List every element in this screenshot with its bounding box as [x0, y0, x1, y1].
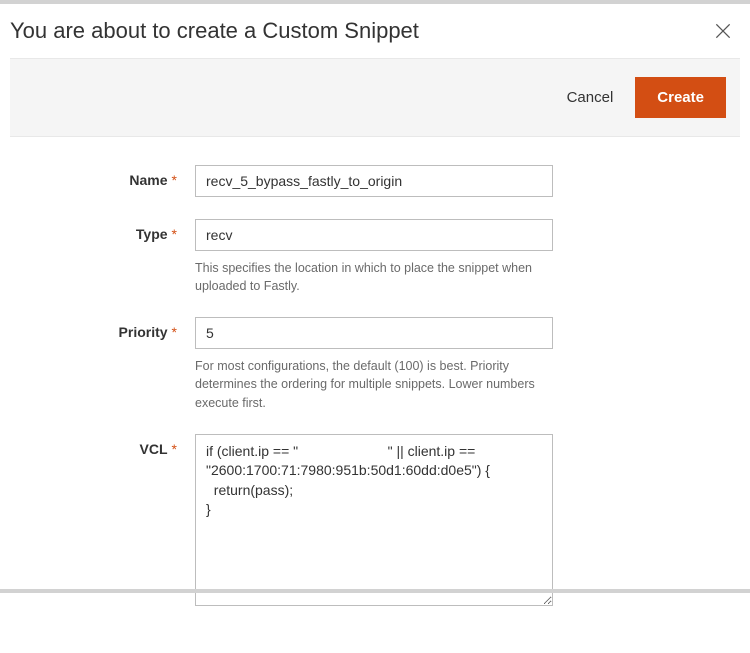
required-star: * [172, 226, 177, 242]
name-label: Name* [40, 165, 195, 188]
vcl-textarea[interactable] [195, 434, 553, 606]
create-button[interactable]: Create [635, 77, 726, 118]
bottom-divider [0, 589, 750, 593]
priority-label: Priority* [40, 317, 195, 340]
form-row-name: Name* [40, 165, 710, 197]
type-input[interactable] [195, 219, 553, 251]
action-bar: Cancel Create [10, 58, 740, 137]
priority-helper-text: For most configurations, the default (10… [195, 357, 553, 411]
page-title: You are about to create a Custom Snippet [10, 18, 419, 44]
form-body: Name* Type* This specifies the location … [0, 137, 750, 653]
name-input[interactable] [195, 165, 553, 197]
type-helper-text: This specifies the location in which to … [195, 259, 553, 295]
type-label: Type* [40, 219, 195, 242]
close-icon [713, 21, 733, 41]
form-row-priority: Priority* For most configurations, the d… [40, 317, 710, 411]
required-star: * [172, 441, 177, 457]
close-button[interactable] [712, 20, 734, 42]
cancel-button[interactable]: Cancel [567, 89, 614, 106]
priority-input[interactable] [195, 317, 553, 349]
modal-header: You are about to create a Custom Snippet [0, 4, 750, 58]
vcl-label: VCL* [40, 434, 195, 457]
required-star: * [172, 172, 177, 188]
required-star: * [172, 324, 177, 340]
form-row-vcl: VCL* [40, 434, 710, 611]
form-row-type: Type* This specifies the location in whi… [40, 219, 710, 295]
